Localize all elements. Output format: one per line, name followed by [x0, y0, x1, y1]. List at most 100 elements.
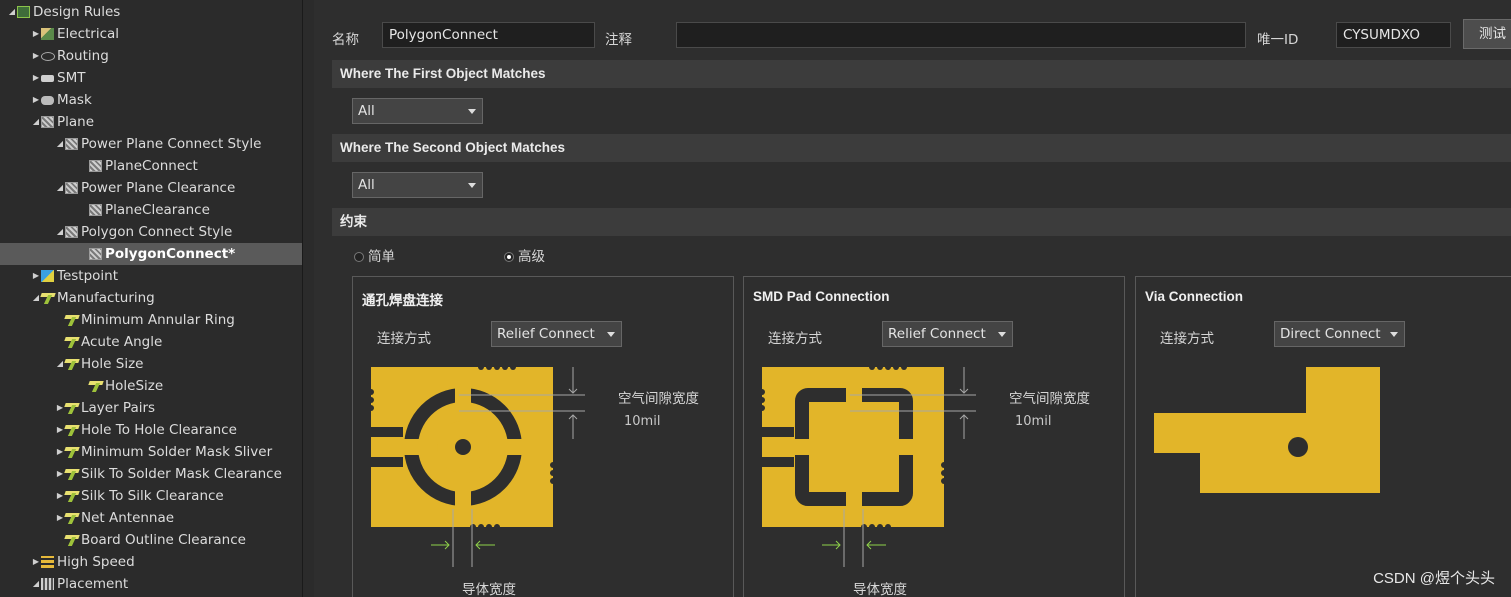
smd-relief-diagram [759, 364, 976, 567]
tree-item-label: Electrical [57, 26, 120, 42]
electrical-icon [41, 28, 54, 40]
smt-icon [41, 75, 54, 82]
rule-icon [65, 424, 79, 436]
tree-item-label: PlaneConnect [105, 158, 198, 174]
chevron-down-icon [468, 183, 476, 188]
tree-item-label: Hole Size [81, 356, 144, 372]
tree-item-label: Minimum Solder Mask Sliver [81, 444, 273, 460]
tree-item-silk-to-silk-clearance[interactable]: ▶ Silk To Silk Clearance [0, 485, 302, 507]
tree-item-label: Routing [57, 48, 109, 64]
tree-item-label: Design Rules [33, 4, 121, 20]
tree-item-hole-size[interactable]: ◢ Hole Size [0, 353, 302, 375]
tree-item-board-outline-clearance[interactable]: Board Outline Clearance [0, 529, 302, 551]
plane-icon [41, 116, 54, 128]
tree-item-label: Placement [57, 576, 129, 592]
tree-item-label: Power Plane Connect Style [81, 136, 262, 152]
tree-item-label: Testpoint [57, 268, 119, 284]
name-input[interactable]: PolygonConnect [382, 22, 595, 48]
rule-icon [65, 490, 79, 502]
tree-item-mask[interactable]: ▶ Mask [0, 89, 302, 111]
tree-item-placement[interactable]: ◢ Placement [0, 573, 302, 595]
tree-item-label: High Speed [57, 554, 135, 570]
tree-item-layer-pairs[interactable]: ▶ Layer Pairs [0, 397, 302, 419]
tree-item-label: HoleSize [105, 378, 164, 394]
plane-rule-icon [65, 138, 78, 150]
tree-item-label: Minimum Annular Ring [81, 312, 235, 328]
tree-item-net-antennae[interactable]: ▶ Net Antennae [0, 507, 302, 529]
name-label: 名称 [332, 32, 359, 48]
tree-item-label: Net Antennae [81, 510, 175, 526]
rule-icon [65, 358, 79, 370]
tree-item-polygonconnect[interactable]: PolygonConnect* [0, 243, 302, 265]
tree-item-minimum-solder-mask-sliver[interactable]: ▶ Minimum Solder Mask Sliver [0, 441, 302, 463]
tree-item-hole-to-hole-clearance[interactable]: ▶ Hole To Hole Clearance [0, 419, 302, 441]
tree-item-planeconnect[interactable]: PlaneConnect [0, 155, 302, 177]
tree-item-manufacturing[interactable]: ◢ Manufacturing [0, 287, 302, 309]
tree-item-high-speed[interactable]: ▶ High Speed [0, 551, 302, 573]
first-object-value: All [358, 103, 375, 119]
air-gap-value[interactable]: 10mil [1015, 414, 1051, 429]
tree-item-smt[interactable]: ▶ SMT [0, 67, 302, 89]
tree-item-label: PlaneClearance [105, 202, 210, 218]
tree-item-silk-to-solder-mask-clearance[interactable]: ▶ Silk To Solder Mask Clearance [0, 463, 302, 485]
tree-item-design-rules[interactable]: ◢ Design Rules [0, 1, 302, 23]
plane-rule-icon [65, 182, 78, 194]
through-hole-relief-diagram [368, 364, 585, 567]
rule-icon [65, 468, 79, 480]
rule-editor-panel: 名称 PolygonConnect 注释 唯一ID CYSUMDXO 测试 Wh… [314, 0, 1511, 597]
tree-item-minimum-annular-ring[interactable]: Minimum Annular Ring [0, 309, 302, 331]
tree-item-label: SMT [57, 70, 86, 86]
test-button[interactable]: 测试 [1463, 19, 1511, 49]
smd-pad-card: SMD Pad Connection 连接方式 Relief Connect 空… [743, 276, 1125, 597]
tree-item-label: Board Outline Clearance [81, 532, 246, 548]
tree-item-label: Polygon Connect Style [81, 224, 233, 240]
tree-item-plane[interactable]: ◢ Plane [0, 111, 302, 133]
plane-rule-icon [89, 204, 102, 216]
design-rules-tree[interactable]: ◢ Design Rules ▶ Electrical ▶ Routing ▶ SMT ▶ Mas… [0, 0, 303, 597]
rule-icon [65, 512, 79, 524]
air-gap-label: 空气间隙宽度 [1009, 391, 1090, 407]
via-connection-card: Via Connection 连接方式 Direct Connect [1135, 276, 1511, 597]
tree-item-electrical[interactable]: ▶ Electrical [0, 23, 302, 45]
mask-icon [41, 96, 54, 105]
rule-icon [65, 534, 79, 546]
rule-icon [89, 380, 103, 392]
tree-item-planeclearance[interactable]: PlaneClearance [0, 199, 302, 221]
air-gap-label: 空气间隙宽度 [618, 391, 699, 407]
tree-item-label: PolygonConnect* [105, 246, 236, 262]
tree-item-power-plane-connect-style[interactable]: ◢ Power Plane Connect Style [0, 133, 302, 155]
comment-input[interactable] [676, 22, 1246, 48]
conductor-width-label: 导体宽度 [853, 582, 907, 597]
design-rules-icon [17, 6, 30, 18]
rule-icon [65, 402, 79, 414]
comment-label: 注释 [605, 32, 632, 48]
tree-item-holesize[interactable]: HoleSize [0, 375, 302, 397]
mode-advanced-label: 高级 [518, 249, 545, 265]
tree-item-label: Plane [57, 114, 95, 130]
tree-item-label: Layer Pairs [81, 400, 156, 416]
unique-id-input[interactable]: CYSUMDXO [1336, 22, 1451, 48]
high-speed-icon [41, 556, 54, 568]
tree-item-polygon-connect-style[interactable]: ◢ Polygon Connect Style [0, 221, 302, 243]
plane-rule-icon [65, 226, 78, 238]
through-hole-pad-card: 通孔焊盘连接 连接方式 Relief Connect 空气间隙宽度 10mil … [352, 276, 734, 597]
tree-item-routing[interactable]: ▶ Routing [0, 45, 302, 67]
tree-item-testpoint[interactable]: ▶ Testpoint [0, 265, 302, 287]
air-gap-value[interactable]: 10mil [624, 414, 660, 429]
radio-dot-icon [354, 252, 364, 262]
radio-dot-selected-icon [504, 252, 514, 262]
testpoint-icon [41, 270, 54, 282]
plane-rule-icon [89, 160, 102, 172]
second-object-combo[interactable]: All [352, 172, 483, 198]
tree-item-acute-angle[interactable]: Acute Angle [0, 331, 302, 353]
tree-item-label: Manufacturing [57, 290, 155, 306]
tree-item-power-plane-clearance[interactable]: ◢ Power Plane Clearance [0, 177, 302, 199]
first-object-combo[interactable]: All [352, 98, 483, 124]
rule-icon [65, 314, 79, 326]
watermark-text: CSDN @煜个头头 [1373, 570, 1495, 587]
placement-icon [41, 578, 54, 590]
second-object-value: All [358, 177, 375, 193]
second-object-section-header: Where The Second Object Matches [332, 134, 1511, 162]
tree-item-label: Mask [57, 92, 92, 108]
unique-id-label: 唯一ID [1257, 32, 1299, 48]
